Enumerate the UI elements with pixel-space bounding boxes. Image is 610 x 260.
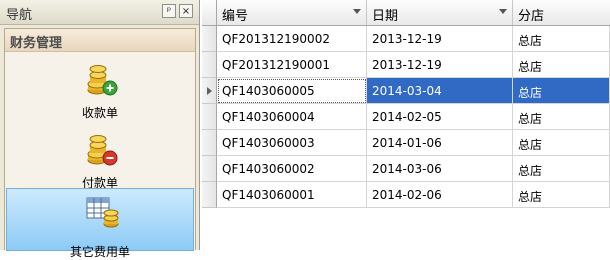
cell-code-text: QF1403060002 <box>222 162 315 176</box>
document-grid: 编号 日期 分店 QF201312190002 2013-12-19 总店 QF… <box>202 0 610 250</box>
cell-code[interactable]: QF1403060003 <box>217 130 367 156</box>
row-header[interactable] <box>202 156 217 182</box>
cell-code[interactable]: QF1403060005 <box>217 78 367 104</box>
table-coins-icon <box>86 197 119 228</box>
nav-item-payment[interactable]: 付款单 <box>6 126 194 196</box>
cell-date-text: 2014-03-06 <box>372 162 442 176</box>
cell-store-text: 总店 <box>518 60 543 74</box>
finance-group-title: 财务管理 <box>10 36 63 51</box>
row-header[interactable] <box>202 130 217 156</box>
nav-item-other-expense[interactable]: 其它费用单 <box>6 188 194 259</box>
cell-code-text: QF1403060004 <box>222 110 315 124</box>
cell-store[interactable]: 总店 <box>513 26 610 52</box>
finance-group-header[interactable]: 财务管理 <box>5 29 195 52</box>
row-header[interactable] <box>202 182 217 208</box>
pin-button[interactable]: ᵖ <box>162 4 176 18</box>
cell-date-text: 2014-01-06 <box>372 136 442 150</box>
grid-corner <box>202 0 217 25</box>
cell-store-text: 总店 <box>518 138 543 152</box>
cell-date[interactable]: 2013-12-19 <box>367 26 513 52</box>
cell-date[interactable]: 2013-12-19 <box>367 52 513 78</box>
cell-code-text: QF1403060001 <box>222 188 315 202</box>
cell-date[interactable]: 2014-02-06 <box>367 182 513 208</box>
cell-code[interactable]: QF1403060004 <box>217 104 367 130</box>
table-row[interactable]: QF1403060002 2014-03-06 总店 <box>202 156 610 182</box>
row-header[interactable] <box>202 104 217 130</box>
cell-code[interactable]: QF201312190002 <box>217 26 367 52</box>
navigation-title: 导航 <box>6 8 33 23</box>
table-row[interactable]: QF1403060001 2014-02-06 总店 <box>202 182 610 208</box>
navigation-header: 导航 ᵖ × <box>0 0 199 25</box>
table-row[interactable]: QF1403060003 2014-01-06 总店 <box>202 130 610 156</box>
row-header[interactable] <box>202 78 217 104</box>
cell-date[interactable]: 2014-01-06 <box>367 130 513 156</box>
nav-item-receipt-label: 收款单 <box>81 106 118 120</box>
cell-date-text: 2013-12-19 <box>372 58 442 72</box>
cell-date[interactable]: 2014-03-04 <box>367 78 513 104</box>
cell-date-text: 2013-12-19 <box>372 32 442 46</box>
chevron-down-icon[interactable] <box>353 9 361 14</box>
cell-code-text: QF1403060003 <box>222 136 315 150</box>
cell-code[interactable]: QF1403060002 <box>217 156 367 182</box>
finance-group: 财务管理 收款单 付款单 其它费用单 <box>4 28 196 259</box>
table-row[interactable]: QF201312190002 2013-12-19 总店 <box>202 26 610 52</box>
row-header[interactable] <box>202 26 217 52</box>
chevron-down-icon[interactable] <box>499 9 507 14</box>
coins-add-icon <box>87 65 118 96</box>
column-header-code-label: 编号 <box>222 9 249 24</box>
column-header-code[interactable]: 编号 <box>217 0 367 25</box>
navigation-panel: 导航 ᵖ × 财务管理 收款单 付款单 其它费用单 <box>0 0 200 259</box>
table-row-selected[interactable]: QF1403060005 2014-03-04 总店 <box>202 78 610 104</box>
cell-code[interactable]: QF201312190001 <box>217 52 367 78</box>
cell-store[interactable]: 总店 <box>513 104 610 130</box>
row-header[interactable] <box>202 52 217 78</box>
table-row[interactable]: QF201312190001 2013-12-19 总店 <box>202 52 610 78</box>
cell-store[interactable]: 总店 <box>513 52 610 78</box>
cell-code-text: QF1403060005 <box>222 84 315 98</box>
column-header-date[interactable]: 日期 <box>367 0 513 25</box>
cell-store[interactable]: 总店 <box>513 156 610 182</box>
cell-store-text: 总店 <box>518 112 543 126</box>
cell-code-text: QF201312190001 <box>222 58 330 72</box>
cell-store-text: 总店 <box>518 164 543 178</box>
cell-date[interactable]: 2014-02-05 <box>367 104 513 130</box>
cell-date-text: 2014-02-06 <box>372 188 442 202</box>
cell-store[interactable]: 总店 <box>513 130 610 156</box>
cell-date-text: 2014-03-04 <box>372 84 442 98</box>
nav-item-receipt[interactable]: 收款单 <box>6 56 194 126</box>
cell-date-text: 2014-02-05 <box>372 110 442 124</box>
cell-date[interactable]: 2014-03-06 <box>367 156 513 182</box>
cell-store-text: 总店 <box>518 34 543 48</box>
cell-store-text: 总店 <box>518 86 543 100</box>
coins-remove-icon <box>87 135 118 166</box>
grid-header: 编号 日期 分店 <box>202 0 610 26</box>
nav-item-other-expense-label: 其它费用单 <box>69 245 130 259</box>
current-row-indicator-icon <box>207 87 212 95</box>
cell-store[interactable]: 总店 <box>513 182 610 208</box>
column-header-store[interactable]: 分店 <box>513 0 610 25</box>
column-header-date-label: 日期 <box>372 9 399 24</box>
cell-code[interactable]: QF1403060001 <box>217 182 367 208</box>
cell-store-text: 总店 <box>518 190 543 204</box>
table-row[interactable]: QF1403060004 2014-02-05 总店 <box>202 104 610 130</box>
close-button[interactable]: × <box>179 4 193 18</box>
cell-store[interactable]: 总店 <box>513 78 610 104</box>
column-header-store-label: 分店 <box>518 9 545 24</box>
cell-code-text: QF201312190002 <box>222 32 330 46</box>
